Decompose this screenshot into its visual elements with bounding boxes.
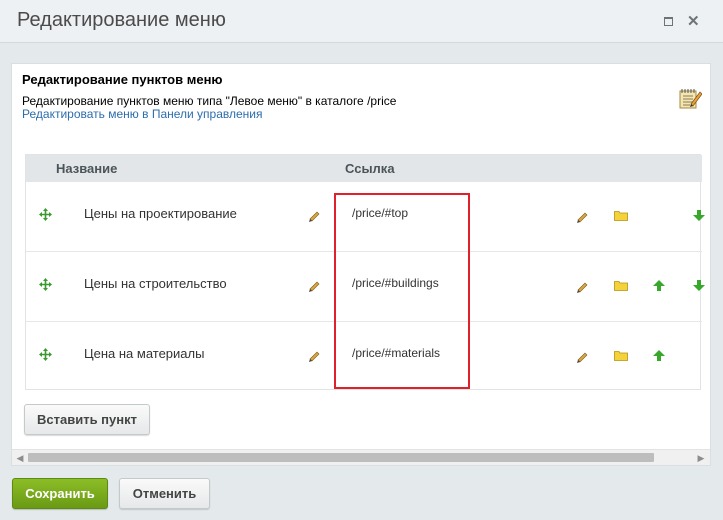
- edit-name-pencil-icon[interactable]: [308, 210, 321, 223]
- drag-handle-icon[interactable]: [39, 278, 52, 291]
- dialog-content: Редактирование пунктов меню Редактирован…: [11, 63, 711, 466]
- item-name: Цены на строительство: [84, 276, 227, 291]
- edit-link-pencil-icon[interactable]: [576, 281, 589, 294]
- item-name: Цена на материалы: [84, 346, 205, 361]
- item-link: /price/#top: [352, 206, 409, 220]
- item-link: /price/#buildings: [352, 276, 439, 290]
- edit-name-pencil-icon[interactable]: [308, 350, 321, 363]
- scroll-left-arrow-icon[interactable]: ◀: [15, 453, 25, 463]
- column-header-link: Ссылка: [345, 161, 395, 176]
- drag-handle-icon[interactable]: [39, 348, 52, 361]
- table-row: Цены на строительство /price/#buildings: [26, 252, 705, 322]
- insert-item-button[interactable]: Вставить пункт: [24, 404, 150, 435]
- table-header: Название Ссылка: [26, 155, 702, 182]
- folder-icon[interactable]: [614, 350, 628, 361]
- table-row: Цены на проектирование /price/#top: [26, 182, 705, 252]
- item-name: Цены на проектирование: [84, 206, 237, 221]
- scrollbar-thumb[interactable]: [28, 453, 654, 462]
- folder-icon[interactable]: [614, 210, 628, 221]
- folder-icon[interactable]: [614, 280, 628, 291]
- edit-link-pencil-icon[interactable]: [576, 351, 589, 364]
- dialog-title: Редактирование меню: [17, 9, 226, 31]
- dialog-titlebar: Редактирование меню ✕: [0, 0, 723, 43]
- move-up-arrow-icon[interactable]: [653, 280, 665, 291]
- save-button[interactable]: Сохранить: [12, 478, 108, 509]
- horizontal-scrollbar[interactable]: ◀ ▶: [12, 449, 710, 465]
- close-icon[interactable]: ✕: [687, 14, 700, 29]
- dialog-footer: Сохранить Отменить: [0, 466, 723, 520]
- maximize-icon[interactable]: [662, 16, 674, 28]
- cancel-button[interactable]: Отменить: [119, 478, 210, 509]
- move-down-arrow-icon[interactable]: [693, 210, 705, 221]
- edit-link-pencil-icon[interactable]: [576, 211, 589, 224]
- section-title: Редактирование пунктов меню: [22, 72, 223, 87]
- table-row: Цена на материалы /price/#materials: [26, 322, 702, 392]
- control-panel-link[interactable]: Редактировать меню в Панели управления: [22, 107, 263, 121]
- notepad-edit-icon: [679, 89, 702, 109]
- drag-handle-icon[interactable]: [39, 208, 52, 221]
- item-link: /price/#materials: [352, 346, 441, 360]
- move-down-arrow-icon[interactable]: [693, 280, 705, 291]
- edit-name-pencil-icon[interactable]: [308, 280, 321, 293]
- column-header-name: Название: [56, 161, 118, 176]
- menu-items-table: Название Ссылка Цены на проектирование /…: [25, 154, 705, 392]
- scroll-right-arrow-icon[interactable]: ▶: [696, 453, 706, 463]
- section-subtitle: Редактирование пунктов меню типа "Левое …: [22, 94, 397, 108]
- move-up-arrow-icon[interactable]: [653, 350, 665, 361]
